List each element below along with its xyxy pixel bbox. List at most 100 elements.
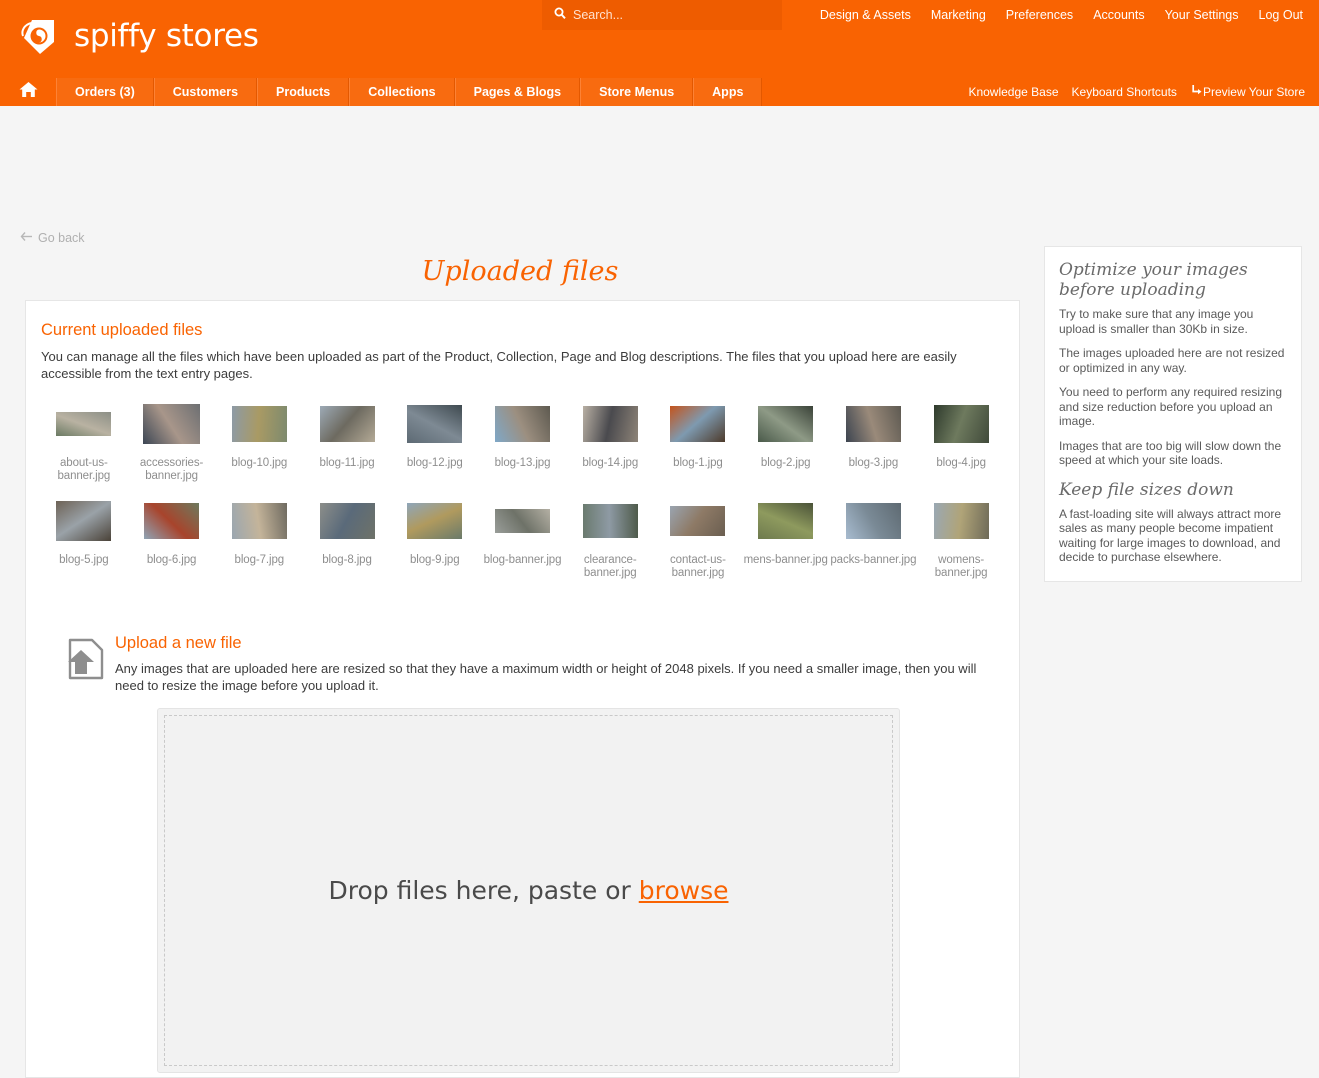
file-name-label: contact-us-banner.jpg bbox=[670, 554, 726, 579]
price-tag-icon bbox=[18, 14, 62, 58]
file-name-label: blog-6.jpg bbox=[146, 554, 197, 566]
uploaded-file-item[interactable]: blog-3.jpg bbox=[830, 400, 918, 483]
file-name-label: blog-11.jpg bbox=[319, 457, 375, 469]
thumbnail-wrapper bbox=[920, 497, 1002, 545]
uploaded-file-item[interactable]: blog-2.jpg bbox=[742, 400, 830, 483]
tabbar-utility-links: Knowledge Base Keyboard Shortcuts Previe… bbox=[968, 78, 1305, 106]
file-name-label: blog-14.jpg bbox=[582, 457, 639, 469]
sidebar-para-1: Try to make sure that any image you uplo… bbox=[1059, 307, 1254, 336]
tab-orders[interactable]: Orders (3) bbox=[56, 78, 154, 106]
tab-home[interactable] bbox=[0, 78, 56, 106]
upload-heading: Upload a new file bbox=[115, 634, 242, 652]
tab-collections[interactable]: Collections bbox=[349, 78, 455, 106]
file-thumbnail-image bbox=[494, 509, 550, 533]
file-name-label: womens-banner.jpg bbox=[934, 554, 988, 579]
dropzone-container: Drop files here, paste or browse bbox=[157, 708, 900, 1073]
uploaded-file-item[interactable]: accessories-banner.jpg bbox=[128, 400, 216, 483]
brand-logo[interactable]: spiffy stores bbox=[18, 14, 259, 58]
upload-description: Any images that are uploaded here are re… bbox=[115, 661, 977, 693]
section-heading-current-files: Current uploaded files bbox=[41, 321, 203, 339]
uploaded-file-item[interactable]: blog-banner.jpg bbox=[479, 497, 567, 580]
uploaded-file-item[interactable]: blog-1.jpg bbox=[654, 400, 742, 483]
file-thumbnail-image bbox=[407, 503, 463, 539]
file-name-label: blog-12.jpg bbox=[406, 457, 463, 469]
top-nav-link-marketing[interactable]: Marketing bbox=[931, 8, 986, 22]
uploaded-file-item[interactable]: contact-us-banner.jpg bbox=[654, 497, 742, 580]
thumbnail-wrapper bbox=[218, 497, 300, 545]
tab-store-menus[interactable]: Store Menus bbox=[580, 78, 694, 106]
file-thumbnail-image bbox=[319, 503, 375, 539]
file-thumbnail-image bbox=[407, 405, 463, 443]
top-nav-link-accounts[interactable]: Accounts bbox=[1093, 8, 1144, 22]
top-nav-link-log-out[interactable]: Log Out bbox=[1259, 8, 1303, 22]
thumbnail-wrapper bbox=[657, 497, 739, 545]
go-back-label: Go back bbox=[38, 231, 85, 245]
thumbnail-wrapper bbox=[131, 497, 213, 545]
link-knowledge-base[interactable]: Knowledge Base bbox=[968, 85, 1058, 99]
file-thumbnail-image bbox=[582, 504, 638, 538]
tab-customers[interactable]: Customers bbox=[153, 78, 258, 106]
uploaded-file-item[interactable]: clearance-banner.jpg bbox=[566, 497, 654, 580]
tab-pages-blogs[interactable]: Pages & Blogs bbox=[454, 78, 581, 106]
uploaded-files-card: Current uploaded files You can manage al… bbox=[25, 300, 1020, 1078]
file-name-label: blog-5.jpg bbox=[59, 554, 109, 566]
file-thumbnail-image bbox=[845, 503, 901, 539]
go-back-link[interactable]: Go back bbox=[20, 231, 85, 245]
link-keyboard-shortcuts[interactable]: Keyboard Shortcuts bbox=[1072, 85, 1177, 99]
thumbnail-wrapper bbox=[832, 497, 914, 545]
file-thumbnail-image bbox=[582, 406, 638, 442]
arrow-turn-down-right-icon bbox=[1190, 84, 1202, 100]
uploaded-file-item[interactable]: mens-banner.jpg bbox=[742, 497, 830, 580]
file-name-label: blog-banner.jpg bbox=[483, 554, 562, 566]
thumbnail-wrapper bbox=[657, 400, 739, 448]
file-thumbnail-image bbox=[845, 406, 901, 442]
file-name-label: packs-banner.jpg bbox=[830, 554, 917, 566]
search-input[interactable]: Search... bbox=[542, 0, 782, 30]
file-thumbnail-image bbox=[670, 406, 726, 442]
uploaded-file-item[interactable]: blog-4.jpg bbox=[917, 400, 1005, 483]
uploaded-file-item[interactable]: blog-6.jpg bbox=[128, 497, 216, 580]
uploaded-file-item[interactable]: blog-9.jpg bbox=[391, 497, 479, 580]
thumbnail-wrapper bbox=[569, 497, 651, 545]
uploaded-file-item[interactable]: blog-7.jpg bbox=[215, 497, 303, 580]
uploaded-file-item[interactable]: womens-banner.jpg bbox=[917, 497, 1005, 580]
file-name-label: blog-13.jpg bbox=[494, 457, 551, 469]
file-thumbnail-image bbox=[56, 412, 112, 436]
uploaded-file-item[interactable]: blog-14.jpg bbox=[566, 400, 654, 483]
sidebar-para-5: A fast-loading site will always attract … bbox=[1059, 506, 1282, 565]
thumbnail-wrapper bbox=[394, 497, 476, 545]
uploaded-file-item[interactable]: blog-8.jpg bbox=[303, 497, 391, 580]
thumbnail-wrapper bbox=[131, 400, 213, 448]
app-header: spiffy stores Search... Design & Assets … bbox=[0, 0, 1319, 78]
browse-link[interactable]: browse bbox=[639, 876, 729, 905]
uploaded-file-item[interactable]: packs-banner.jpg bbox=[830, 497, 918, 580]
top-nav-link-design-assets[interactable]: Design & Assets bbox=[820, 8, 911, 22]
uploaded-file-item[interactable]: about-us-banner.jpg bbox=[40, 400, 128, 483]
thumbnail-wrapper bbox=[306, 400, 388, 448]
uploaded-file-item[interactable]: blog-11.jpg bbox=[303, 400, 391, 483]
main-tabbar: Orders (3) Customers Products Collection… bbox=[0, 78, 1319, 106]
brand-name: spiffy stores bbox=[74, 18, 259, 54]
file-name-label: mens-banner.jpg bbox=[743, 554, 828, 566]
uploaded-file-item[interactable]: blog-13.jpg bbox=[479, 400, 567, 483]
file-thumbnail-image bbox=[933, 503, 989, 539]
upload-section: Upload a new file Any images that are up… bbox=[40, 634, 1005, 1073]
tab-products[interactable]: Products bbox=[257, 78, 350, 106]
top-nav-link-your-settings[interactable]: Your Settings bbox=[1165, 8, 1239, 22]
file-name-label: blog-2.jpg bbox=[760, 457, 811, 469]
file-thumbnail-image bbox=[143, 404, 201, 444]
uploaded-file-item[interactable]: blog-10.jpg bbox=[215, 400, 303, 483]
dropzone-prompt: Drop files here, paste or bbox=[328, 876, 639, 905]
thumbnail-wrapper bbox=[306, 497, 388, 545]
dropzone-text: Drop files here, paste or browse bbox=[329, 876, 729, 905]
top-nav-link-preferences[interactable]: Preferences bbox=[1006, 8, 1073, 22]
arrow-left-icon bbox=[20, 231, 33, 245]
link-preview-your-store[interactable]: Preview Your Store bbox=[1190, 84, 1305, 100]
uploaded-file-item[interactable]: blog-5.jpg bbox=[40, 497, 128, 580]
file-name-label: blog-8.jpg bbox=[322, 554, 372, 566]
uploaded-file-item[interactable]: blog-12.jpg bbox=[391, 400, 479, 483]
tab-apps[interactable]: Apps bbox=[693, 78, 763, 106]
thumbnail-wrapper bbox=[481, 400, 563, 448]
file-dropzone[interactable]: Drop files here, paste or browse bbox=[164, 715, 893, 1066]
sidebar-para-3: You need to perform any required resizin… bbox=[1059, 385, 1283, 428]
